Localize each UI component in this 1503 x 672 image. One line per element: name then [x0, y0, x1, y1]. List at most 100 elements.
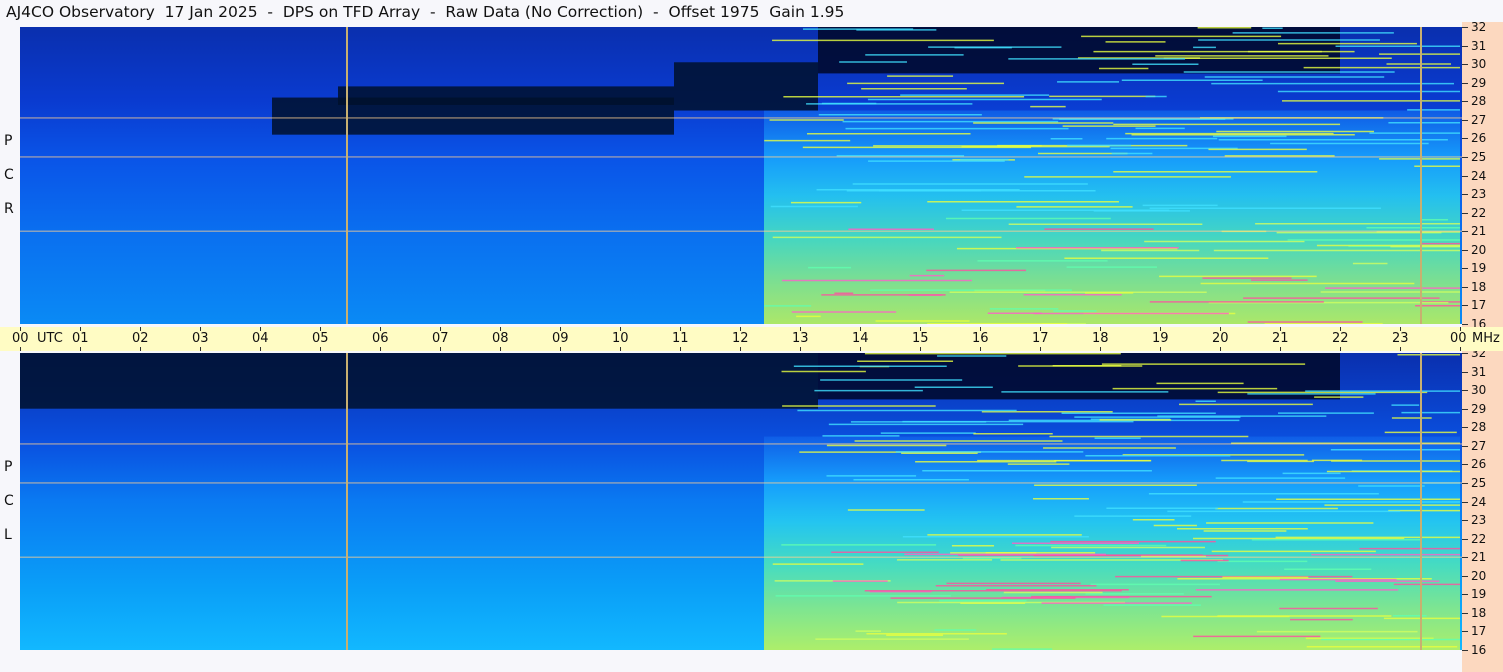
freq-tick: [1462, 101, 1468, 103]
time-label: 11: [672, 331, 689, 346]
time-tick: [1220, 347, 1221, 351]
pol-letter: C: [4, 167, 14, 183]
time-tick: [1100, 347, 1101, 351]
freq-tick-label: 25: [1471, 149, 1487, 164]
freq-tick-label: 23: [1471, 187, 1487, 202]
time-tick: [1040, 347, 1041, 351]
freq-tick: [1462, 371, 1468, 373]
time-label: 10: [612, 331, 629, 346]
freq-tick-label: 21: [1471, 550, 1487, 565]
time-label: 00: [1450, 331, 1467, 346]
spectrogram-svg-rcp: [20, 27, 1462, 324]
time-label: 14: [852, 331, 869, 346]
freq-tick-label: 22: [1471, 205, 1487, 220]
freq-tick-label: 28: [1471, 420, 1487, 435]
time-tick: [1280, 347, 1281, 351]
freq-tick-label: 20: [1471, 568, 1487, 583]
time-label: 08: [492, 331, 509, 346]
freq-tick: [1462, 82, 1468, 84]
freq-tick-label: 19: [1471, 261, 1487, 276]
freq-tick: [1462, 445, 1468, 447]
time-tick: [260, 347, 261, 351]
freq-tick-label: 31: [1471, 364, 1487, 379]
freq-tick-label: 27: [1471, 112, 1487, 127]
time-tick: [920, 347, 921, 351]
freq-tick: [1462, 156, 1468, 158]
freq-tick: [1462, 482, 1468, 484]
time-label: 18: [1092, 331, 1109, 346]
polarization-label-rcp: P C R: [0, 27, 20, 327]
freq-tick-label: 24: [1471, 168, 1487, 183]
freq-tick-label: 30: [1471, 57, 1487, 72]
time-label: 02: [132, 331, 149, 346]
time-tick: [500, 347, 501, 351]
pol-letter: R: [4, 201, 14, 217]
freq-tick-label: 23: [1471, 513, 1487, 528]
freq-tick-label: 27: [1471, 438, 1487, 453]
freq-tick-label: 28: [1471, 94, 1487, 109]
time-tick: [140, 347, 141, 351]
freq-tick: [1462, 175, 1468, 177]
utc-label: UTC: [37, 331, 63, 346]
time-tick: [320, 347, 321, 351]
time-label: 06: [372, 331, 389, 346]
time-tick: [440, 347, 441, 351]
freq-tick: [1462, 27, 1468, 28]
freq-tick: [1462, 538, 1468, 540]
freq-tick: [1462, 520, 1468, 522]
time-tick: [1340, 347, 1341, 351]
time-label: 01: [72, 331, 89, 346]
freq-tick: [1462, 249, 1468, 251]
page-title: AJ4CO Observatory 17 Jan 2025 - DPS on T…: [6, 3, 845, 21]
freq-tick-label: 22: [1471, 531, 1487, 546]
polarization-label-lcp: P C L: [0, 353, 20, 653]
freq-tick: [1462, 575, 1468, 577]
time-tick: [800, 347, 801, 351]
time-tick: [1160, 347, 1161, 351]
spectrogram-lcp: [20, 353, 1462, 650]
time-axis: 00 01 02 03 04 05 06 07 08 09 10 11 12 13 14 15 16 17 18 19…: [0, 327, 1503, 351]
freq-tick-label: 17: [1471, 624, 1487, 639]
freq-tick-label: 32: [1471, 20, 1487, 34]
freq-tick: [1462, 305, 1468, 307]
spectrogram-svg-lcp: [20, 353, 1462, 650]
freq-tick-label: 18: [1471, 279, 1487, 294]
time-tick: [980, 347, 981, 351]
time-tick: [1400, 347, 1401, 351]
freq-tick-label: 31: [1471, 38, 1487, 53]
freq-tick: [1462, 268, 1468, 270]
freq-tick: [1462, 353, 1468, 354]
time-label: 04: [252, 331, 269, 346]
time-tick: [680, 347, 681, 351]
time-tick: [80, 347, 81, 351]
freq-tick: [1462, 631, 1468, 633]
daytime-dark-top: [818, 27, 1340, 74]
freq-tick-label: 17: [1471, 298, 1487, 313]
freq-tick: [1462, 119, 1468, 121]
pol-letter: L: [4, 527, 12, 543]
time-label: 07: [432, 331, 449, 346]
time-label: 09: [552, 331, 569, 346]
freq-tick: [1462, 324, 1468, 325]
dark-region: [20, 353, 818, 409]
freq-tick: [1462, 501, 1468, 503]
freq-tick-label: 20: [1471, 242, 1487, 257]
freq-tick-label: 21: [1471, 224, 1487, 239]
freq-tick-label: 30: [1471, 383, 1487, 398]
time-label: 22: [1332, 331, 1349, 346]
time-label: 16: [972, 331, 989, 346]
time-label: 23: [1392, 331, 1409, 346]
freq-tick-label: 18: [1471, 605, 1487, 620]
time-tick: [380, 347, 381, 351]
freq-tick-label: 24: [1471, 494, 1487, 509]
freq-tick: [1462, 464, 1468, 466]
freq-tick: [1462, 194, 1468, 196]
time-label: 13: [792, 331, 809, 346]
time-tick: [740, 347, 741, 351]
time-label: 17: [1032, 331, 1049, 346]
time-label: 15: [912, 331, 929, 346]
time-tick: [1460, 347, 1461, 351]
frequency-axis-lcp: 32 31 30 29 28 27 26 25 24 23 22 21 20 19 18 17 16: [1462, 346, 1503, 672]
time-tick: [860, 347, 861, 351]
time-tick: [20, 347, 21, 351]
